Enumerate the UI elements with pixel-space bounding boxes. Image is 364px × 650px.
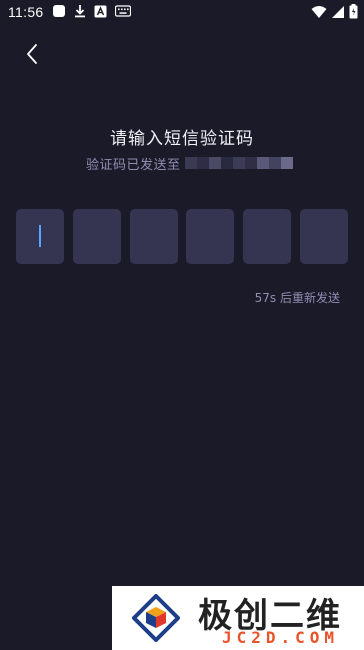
code-digit-box-4[interactable] bbox=[186, 209, 235, 264]
masked-digit-block bbox=[280, 157, 293, 169]
watermark-banner: 极创二维 JC2D.COM bbox=[112, 586, 364, 650]
code-digit-box-3[interactable] bbox=[129, 209, 178, 264]
keyboard-icon bbox=[115, 5, 131, 17]
code-digit-box-1[interactable] bbox=[16, 209, 64, 264]
status-left-icons bbox=[52, 4, 131, 18]
chevron-left-icon bbox=[27, 44, 37, 64]
status-right-icons bbox=[311, 4, 358, 19]
code-input-row bbox=[16, 209, 348, 264]
signal-icon bbox=[332, 5, 344, 18]
masked-phone-number bbox=[184, 157, 293, 169]
masked-digit-block bbox=[184, 157, 197, 169]
status-bar: 11:56 bbox=[0, 0, 364, 26]
wifi-icon bbox=[311, 5, 327, 18]
masked-digit-block bbox=[232, 157, 245, 169]
masked-digit-block bbox=[256, 157, 269, 169]
sent-to-label: 验证码已发送至 bbox=[86, 157, 181, 173]
masked-digit-block bbox=[268, 157, 281, 169]
masked-digit-block bbox=[220, 157, 233, 169]
text-cursor bbox=[39, 225, 41, 247]
cube-logo-icon bbox=[132, 594, 180, 642]
download-icon bbox=[75, 5, 85, 18]
code-digit-box-2[interactable] bbox=[72, 209, 121, 264]
back-button[interactable] bbox=[18, 40, 46, 68]
sent-to-row: 验证码已发送至 bbox=[86, 154, 293, 173]
masked-digit-block bbox=[208, 157, 221, 169]
a-notification-icon bbox=[94, 5, 107, 17]
status-time: 11:56 bbox=[8, 4, 44, 20]
masked-digit-block bbox=[244, 157, 257, 169]
verification-screen: 11:56 请输入短信验证码 验证码已发送至 57s 后重新发送 极创二维 JC… bbox=[0, 0, 364, 650]
watermark-brand-en: JC2D.COM bbox=[222, 628, 340, 647]
masked-digit-block bbox=[196, 157, 209, 169]
code-digit-box-5[interactable] bbox=[243, 209, 292, 264]
code-digit-box-6[interactable] bbox=[299, 209, 348, 264]
page-title: 请输入短信验证码 bbox=[110, 129, 254, 149]
battery-icon bbox=[349, 4, 358, 19]
resend-countdown[interactable]: 57s 后重新发送 bbox=[255, 289, 340, 306]
square-notification-icon bbox=[53, 5, 65, 17]
